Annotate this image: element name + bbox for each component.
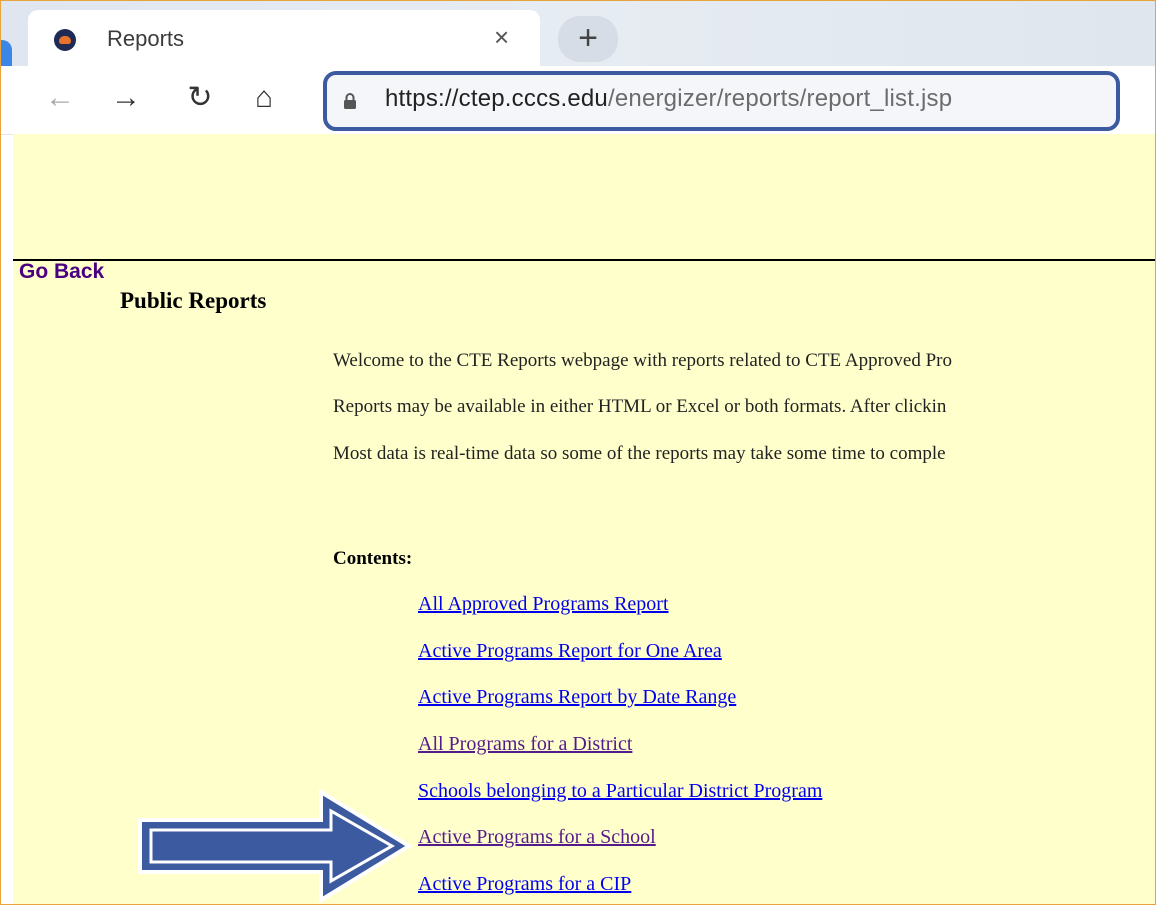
page-title: Public Reports — [120, 288, 267, 313]
tab-title: Reports — [107, 26, 185, 51]
intro-paragraph: Reports may be available in either HTML … — [333, 396, 947, 417]
link-schools-district-program[interactable]: Schools belonging to a Particular Distri… — [418, 780, 822, 803]
close-icon[interactable]: × — [494, 23, 509, 51]
tab-reports[interactable]: Reports × — [28, 10, 540, 66]
intro-paragraph: Welcome to the CTE Reports webpage with … — [333, 350, 952, 371]
url-path: /energizer/reports/report_list.jsp — [607, 85, 953, 112]
address-bar[interactable]: https://ctep.cccs.edu/energizer/reports/… — [323, 71, 1120, 131]
back-arrow-icon[interactable]: ← — [40, 78, 80, 118]
page-banner — [13, 134, 1156, 261]
forward-arrow-icon[interactable]: → — [106, 78, 146, 118]
home-icon[interactable]: ⌂ — [244, 78, 284, 118]
new-tab-button[interactable]: + — [558, 16, 618, 62]
link-all-approved-programs[interactable]: All Approved Programs Report — [418, 593, 669, 616]
lock-icon — [344, 93, 356, 109]
intro-paragraph: Most data is real-time data so some of t… — [333, 443, 946, 464]
annotation-arrow-icon — [138, 788, 413, 904]
tab-strip: Reports × + — [0, 0, 1156, 70]
browser-toolbar: ← → ↻ ⌂ https://ctep.cccs.edu/energizer/… — [0, 66, 1156, 135]
url-host: https://ctep.cccs.edu — [385, 85, 608, 112]
reload-icon[interactable]: ↻ — [180, 78, 220, 118]
link-active-programs-school[interactable]: Active Programs for a School — [418, 826, 656, 849]
url-text[interactable]: https://ctep.cccs.edu/energizer/reports/… — [385, 85, 952, 113]
link-active-programs-date-range[interactable]: Active Programs Report by Date Range — [418, 686, 736, 709]
go-back-link[interactable]: Go Back — [19, 260, 104, 284]
contents-heading: Contents: — [333, 548, 413, 569]
site-favicon-icon — [54, 29, 76, 51]
link-active-programs-one-area[interactable]: Active Programs Report for One Area — [418, 640, 722, 663]
link-all-programs-district[interactable]: All Programs for a District — [418, 733, 632, 756]
link-active-programs-cip[interactable]: Active Programs for a CIP — [418, 873, 631, 896]
